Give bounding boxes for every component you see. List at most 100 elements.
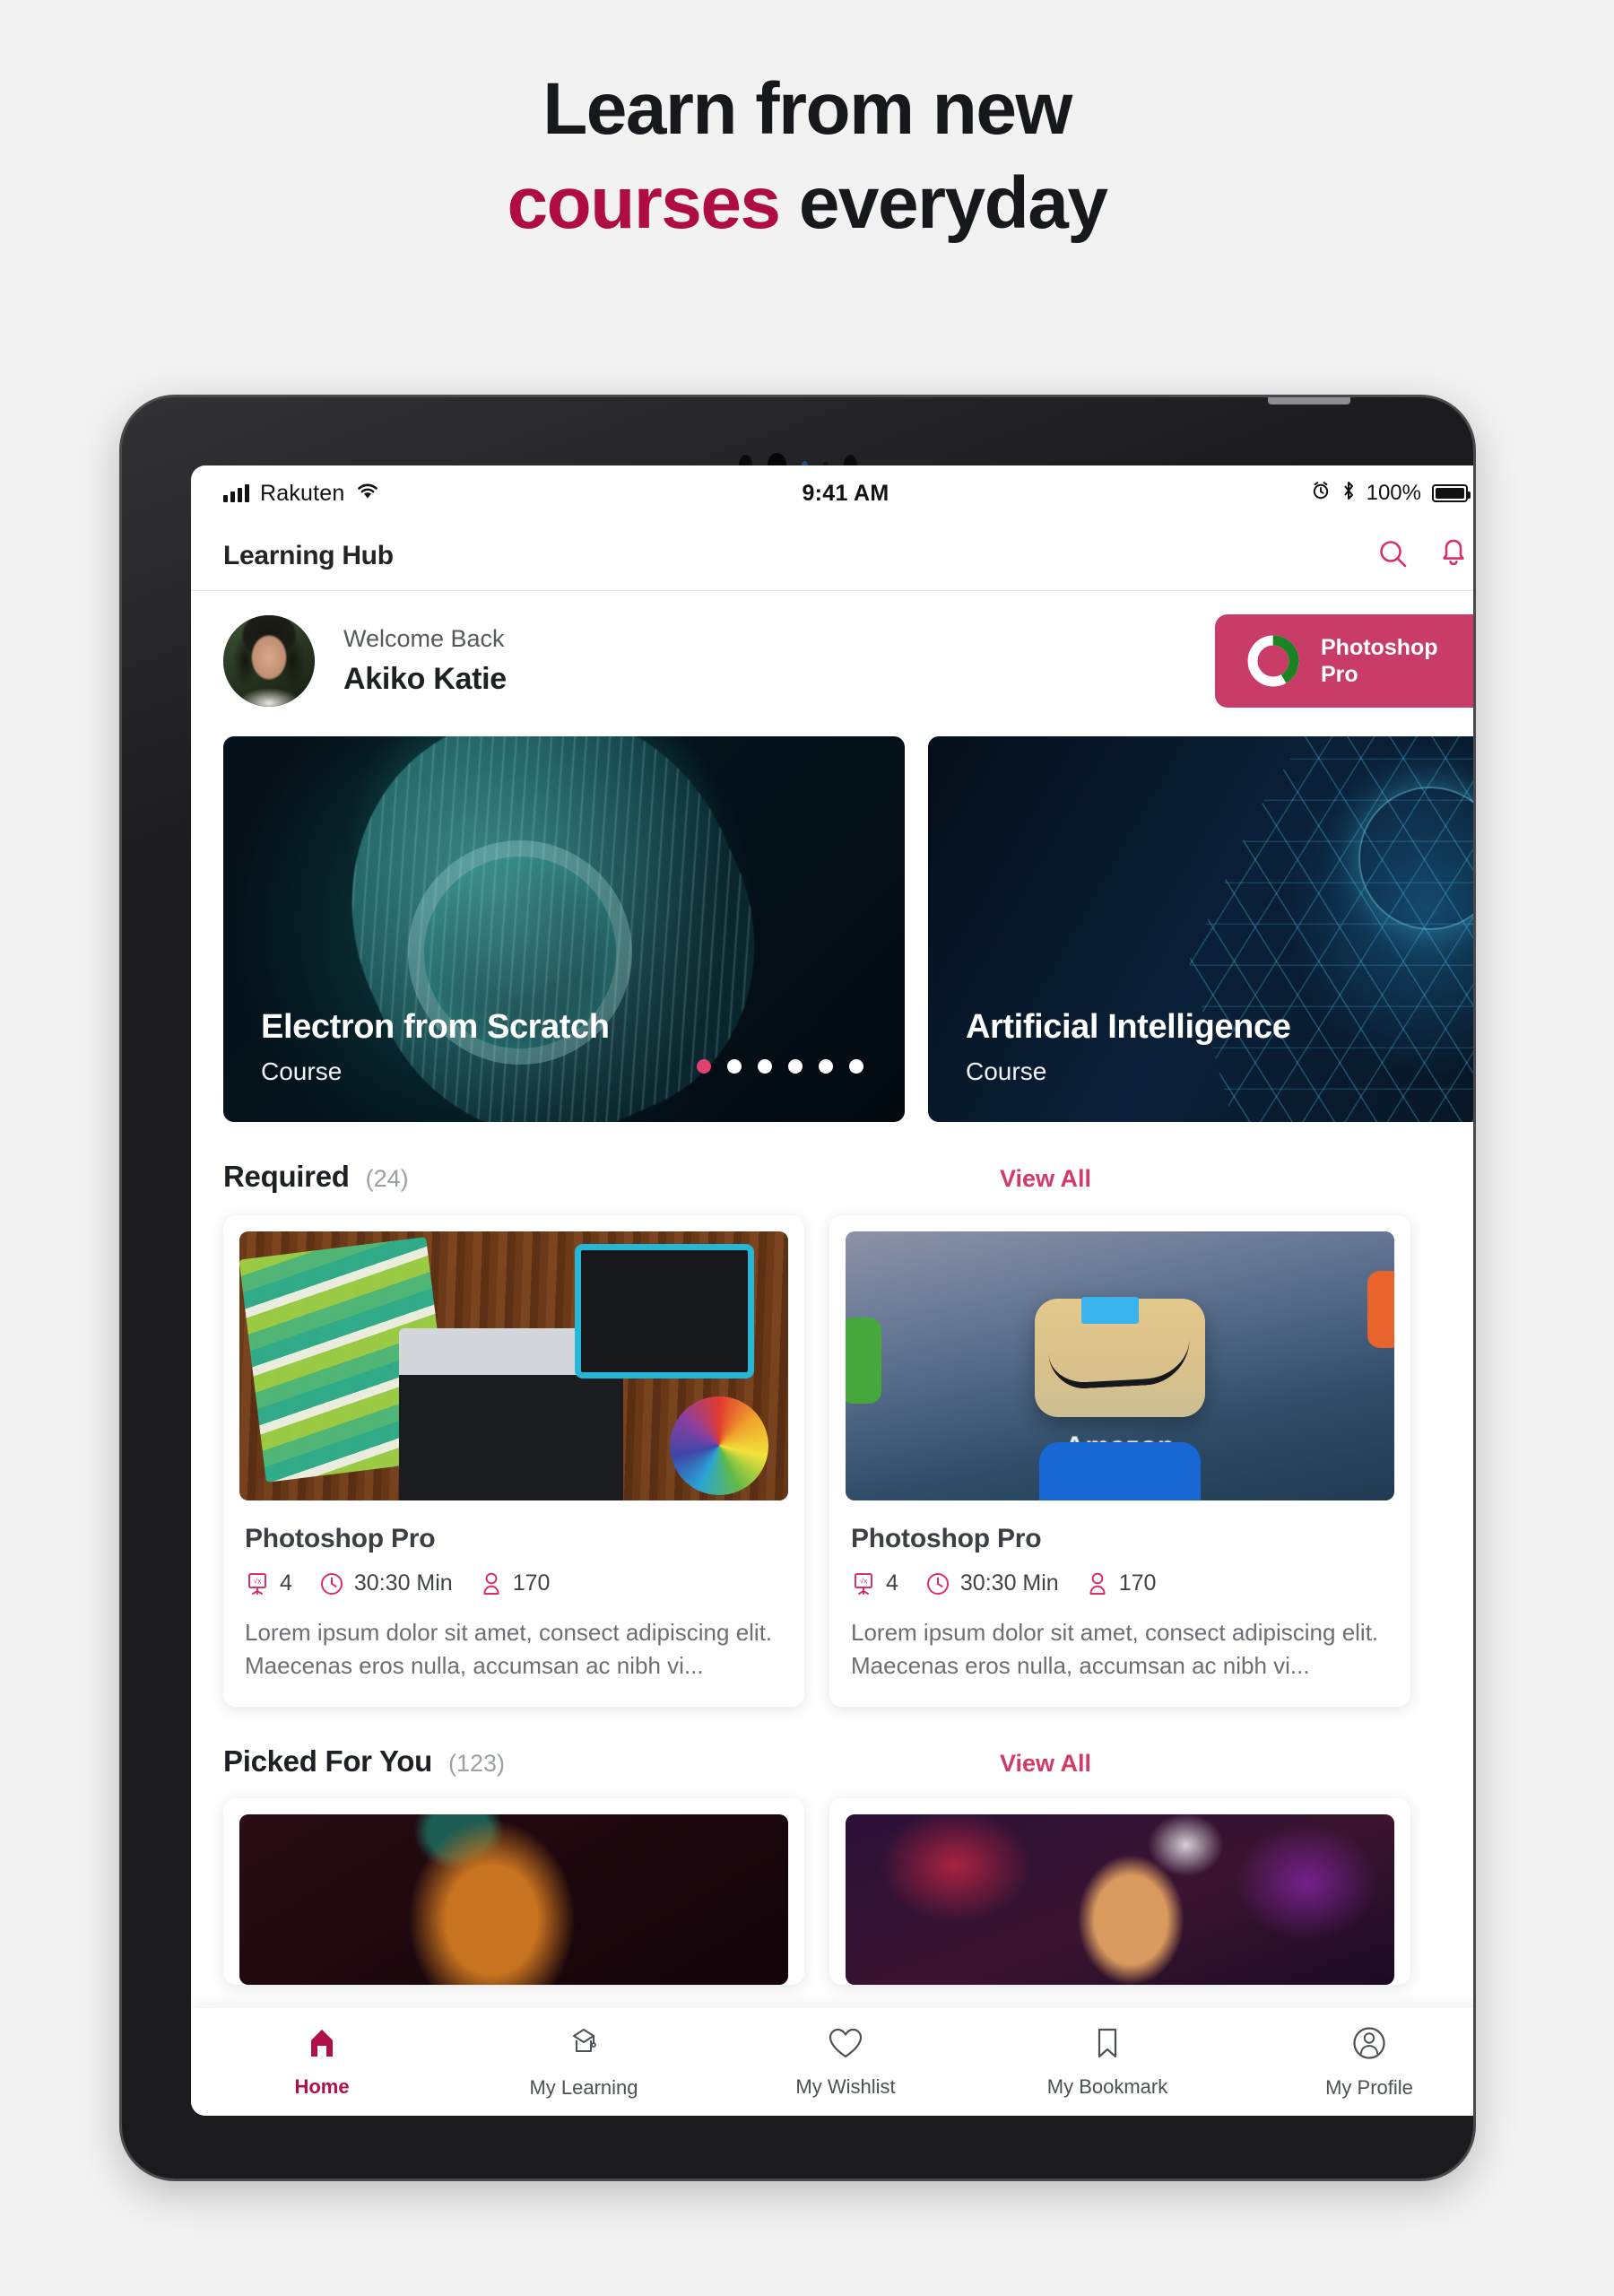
- course-card[interactable]: Photoshop Pro √x 4 30:30 Min 170 Lorem i…: [223, 1215, 804, 1707]
- course-meta: √x 4 30:30 Min 170: [851, 1570, 1394, 1596]
- alarm-icon: [1311, 481, 1331, 507]
- bookmark-icon: [1094, 2026, 1121, 2065]
- clock-icon: [320, 1572, 343, 1595]
- adjacent-app-icon-orange: [1367, 1271, 1394, 1348]
- course-students-value: 170: [1118, 1570, 1157, 1596]
- course-card[interactable]: [223, 1797, 804, 1985]
- tab-label: My Profile: [1325, 2075, 1413, 2099]
- paper-swatches-artwork: [244, 1380, 414, 1500]
- course-thumbnail-concert-crowd: [846, 1813, 1394, 1985]
- required-course-list: Photoshop Pro √x 4 30:30 Min 170 Lorem i…: [191, 1194, 1473, 1707]
- course-students-value: 170: [512, 1570, 551, 1596]
- picked-course-list: [191, 1779, 1473, 1985]
- svg-text:√x: √x: [860, 1577, 867, 1585]
- welcome-section: Welcome Back Akiko Katie Photoshop Pro: [191, 591, 1473, 733]
- app-header: Learning Hub: [191, 521, 1473, 591]
- course-students: 170: [480, 1570, 551, 1596]
- status-bar-time: 9:41 AM: [802, 480, 889, 506]
- tab-my-learning[interactable]: My Learning: [453, 2025, 715, 2100]
- tab-my-bookmark[interactable]: My Bookmark: [976, 2026, 1238, 2099]
- course-description: Lorem ipsum dolor sit amet, consect adip…: [245, 1619, 773, 1680]
- tab-label: My Learning: [529, 2075, 638, 2099]
- hero-slide-electron[interactable]: Electron from Scratch Course: [223, 736, 905, 1122]
- tab-home[interactable]: Home: [191, 2026, 453, 2099]
- progress-ring-icon: [1245, 633, 1301, 689]
- amazon-smile-artwork: [1047, 1335, 1193, 1391]
- easel-icon: √x: [248, 1572, 266, 1595]
- tab-label: My Bookmark: [1046, 2074, 1168, 2098]
- course-description: Lorem ipsum dolor sit amet, consect adip…: [851, 1619, 1379, 1680]
- hero-slide-ai[interactable]: Artificial Intelligence Course: [928, 736, 1473, 1122]
- course-name: Photoshop Pro: [851, 1524, 1042, 1553]
- carousel-dots[interactable]: [697, 1059, 863, 1074]
- course-thumbnail-amazon-icon: Amazon: [846, 1231, 1394, 1500]
- promo-headline: Learn from new courses everyday: [0, 63, 1614, 251]
- course-lessons-value: 4: [886, 1570, 898, 1596]
- avatar-image: [223, 615, 315, 707]
- progress-badge-line1: Photoshop: [1321, 635, 1438, 660]
- carousel-dot[interactable]: [849, 1059, 863, 1074]
- graduation-cap-icon: [566, 2025, 602, 2066]
- hero-carousel[interactable]: Electron from Scratch Course Artificial …: [191, 736, 1473, 1122]
- course-card[interactable]: Amazon Photoshop Pro √x 4 30:30 Min: [829, 1215, 1410, 1707]
- color-wheel-artwork: [670, 1396, 768, 1495]
- section-title: Picked For You: [223, 1744, 432, 1778]
- app-screen: Rakuten 9:41 AM 100% Learning Hub Welcom…: [191, 465, 1473, 2116]
- promo-accent-word: courses: [507, 161, 782, 244]
- person-icon: [483, 1572, 499, 1595]
- adjacent-app-icon-blue: [1039, 1442, 1201, 1500]
- carousel-dot[interactable]: [727, 1059, 742, 1074]
- promo-headline-line2: courses everyday: [0, 157, 1614, 251]
- carousel-dot[interactable]: [758, 1059, 772, 1074]
- welcome-user-name: Akiko Katie: [343, 662, 507, 696]
- bluetooth-icon: [1341, 481, 1356, 507]
- tab-my-wishlist[interactable]: My Wishlist: [715, 2026, 976, 2099]
- person-icon: [1089, 1572, 1106, 1595]
- section-title: Required: [223, 1160, 350, 1193]
- section-count: (24): [365, 1165, 409, 1192]
- battery-icon: [1432, 484, 1471, 502]
- bottom-tab-bar: Home My Learning My Wishlist My Bookmark: [191, 2008, 1473, 2116]
- carousel-dot-active[interactable]: [697, 1059, 711, 1074]
- user-circle-icon: [1351, 2025, 1387, 2066]
- course-duration-value: 30:30 Min: [959, 1570, 1059, 1596]
- easel-icon: √x: [855, 1572, 872, 1595]
- app-header-actions: [1376, 537, 1468, 574]
- view-all-link-picked[interactable]: View All: [1000, 1750, 1091, 1778]
- course-duration: 30:30 Min: [319, 1570, 453, 1596]
- drawing-tablet-artwork: [575, 1244, 754, 1378]
- hero-subtitle: Course: [966, 1057, 1047, 1085]
- course-duration-value: 30:30 Min: [353, 1570, 453, 1596]
- view-all-link-required[interactable]: View All: [1000, 1165, 1091, 1193]
- notification-bell-icon[interactable]: [1439, 537, 1468, 574]
- welcome-greeting: Welcome Back: [343, 625, 505, 652]
- course-students: 170: [1086, 1570, 1157, 1596]
- carousel-dot[interactable]: [788, 1059, 803, 1074]
- hero-title: Artificial Intelligence: [966, 1008, 1291, 1046]
- tab-label: Home: [294, 2074, 350, 2098]
- power-button[interactable]: [1268, 397, 1350, 404]
- course-duration: 30:30 Min: [925, 1570, 1059, 1596]
- tablet-device-frame: Rakuten 9:41 AM 100% Learning Hub Welcom…: [119, 395, 1476, 2181]
- course-name: Photoshop Pro: [245, 1524, 436, 1553]
- course-lessons: √x 4: [245, 1570, 292, 1596]
- section-header-picked: Picked For You (123) View All: [191, 1707, 1473, 1779]
- avatar[interactable]: [223, 615, 315, 707]
- progress-badge-card[interactable]: Photoshop Pro: [1215, 614, 1473, 708]
- course-lessons-value: 4: [280, 1570, 292, 1596]
- amazon-app-icon: Amazon: [1035, 1297, 1205, 1500]
- progress-badge-label: Photoshop Pro: [1321, 634, 1438, 688]
- page-title: Learning Hub: [223, 540, 394, 570]
- battery-percent-label: 100%: [1366, 481, 1421, 505]
- course-thumbnail-dark-portrait: [239, 1813, 788, 1985]
- tab-label: My Wishlist: [795, 2074, 896, 2098]
- carousel-dot[interactable]: [819, 1059, 833, 1074]
- hero-title: Electron from Scratch: [261, 1008, 610, 1046]
- svg-text:√x: √x: [254, 1577, 261, 1585]
- tab-my-profile[interactable]: My Profile: [1238, 2025, 1473, 2100]
- course-card[interactable]: [829, 1797, 1410, 1985]
- status-bar-right: 100%: [1311, 481, 1471, 507]
- status-bar: Rakuten 9:41 AM 100%: [191, 465, 1473, 521]
- search-icon[interactable]: [1376, 537, 1409, 574]
- home-icon: [304, 2026, 340, 2065]
